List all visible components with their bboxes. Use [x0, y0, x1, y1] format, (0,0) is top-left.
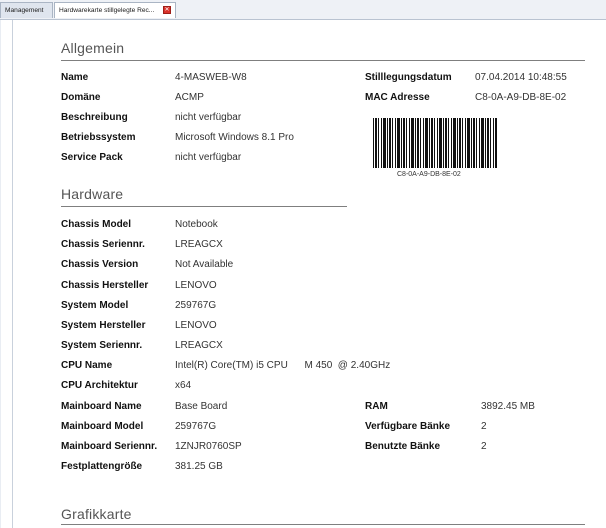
field-label: Mainboard Seriennr. — [61, 441, 158, 452]
section-title-grafikkarte: Grafikkarte — [61, 506, 132, 522]
field-value: x64 — [175, 380, 192, 391]
field-label: Chassis Model — [61, 219, 132, 230]
field-value: LENOVO — [175, 280, 217, 291]
close-icon[interactable]: ✕ — [163, 6, 171, 14]
field-label: CPU Name — [61, 360, 113, 371]
tab-bar: Management Hardwarekarte stillgelegte Re… — [0, 0, 606, 20]
field-value: 4-MASWEB-W8 — [175, 72, 247, 83]
field-label: Mainboard Name — [61, 401, 142, 412]
section-divider — [61, 524, 585, 525]
field-value: ACMP — [175, 92, 204, 103]
field-label: Beschreibung — [61, 112, 128, 123]
field-label: Domäne — [61, 92, 101, 103]
field-label: System Hersteller — [61, 320, 146, 331]
field-value: 2 — [481, 441, 487, 452]
field-value: Intel(R) Core(TM) i5 CPU M 450 @ 2.40GHz — [175, 360, 391, 371]
field-value: Notebook — [175, 219, 218, 230]
tab-management[interactable]: Management — [0, 2, 53, 18]
field-label: Chassis Hersteller — [61, 280, 149, 291]
section-title-allgemein: Allgemein — [61, 40, 125, 56]
field-label: Mainboard Model — [61, 421, 144, 432]
field-value: LENOVO — [175, 320, 217, 331]
field-label: Chassis Version — [61, 259, 139, 270]
section-divider — [61, 60, 585, 61]
report-page: Allgemein Name 4-MASWEB-W8 Domäne ACMP B… — [1, 20, 606, 528]
field-value: nicht verfügbar — [175, 152, 242, 163]
barcode-image — [373, 118, 497, 168]
field-value: Microsoft Windows 8.1 Pro — [175, 132, 294, 143]
section-divider — [61, 206, 347, 207]
field-value: 259767G — [175, 300, 217, 311]
field-label: MAC Adresse — [365, 92, 430, 103]
field-value: nicht verfügbar — [175, 112, 242, 123]
field-value: 07.04.2014 10:48:55 — [475, 72, 567, 83]
field-label: Service Pack — [61, 152, 123, 163]
field-value: 2 — [481, 421, 487, 432]
field-label: Betriebssystem — [61, 132, 136, 143]
field-value: Base Board — [175, 401, 228, 412]
field-label: System Seriennr. — [61, 340, 143, 351]
field-label: System Model — [61, 300, 129, 311]
field-label: Festplattengröße — [61, 461, 143, 472]
field-label: Stilllegungsdatum — [365, 72, 452, 83]
field-value: 3892.45 MB — [481, 401, 535, 412]
field-label: Chassis Seriennr. — [61, 239, 145, 250]
field-label: Verfügbare Bänke — [365, 421, 451, 432]
tab-label: Hardwarekarte stillgelegte Rec... — [59, 7, 155, 14]
field-value: 1ZNJR0760SP — [175, 441, 242, 452]
field-value: 381.25 GB — [175, 461, 223, 472]
field-value: 259767G — [175, 421, 217, 432]
field-label: Benutzte Bänke — [365, 441, 441, 452]
field-value: Not Available — [175, 259, 234, 270]
field-value: LREAGCX — [175, 239, 223, 250]
field-label: Name — [61, 72, 89, 83]
field-label: CPU Architektur — [61, 380, 138, 391]
tab-hardwarekarte[interactable]: Hardwarekarte stillgelegte Rec... ✕ — [54, 2, 176, 18]
tab-label: Management — [5, 7, 44, 14]
field-value: LREAGCX — [175, 340, 223, 351]
field-label: RAM — [365, 401, 388, 412]
field-value: C8-0A-A9-DB-8E-02 — [475, 92, 567, 103]
barcode-caption: C8-0A-A9-DB-8E-02 — [397, 171, 461, 178]
section-title-hardware: Hardware — [61, 186, 124, 202]
